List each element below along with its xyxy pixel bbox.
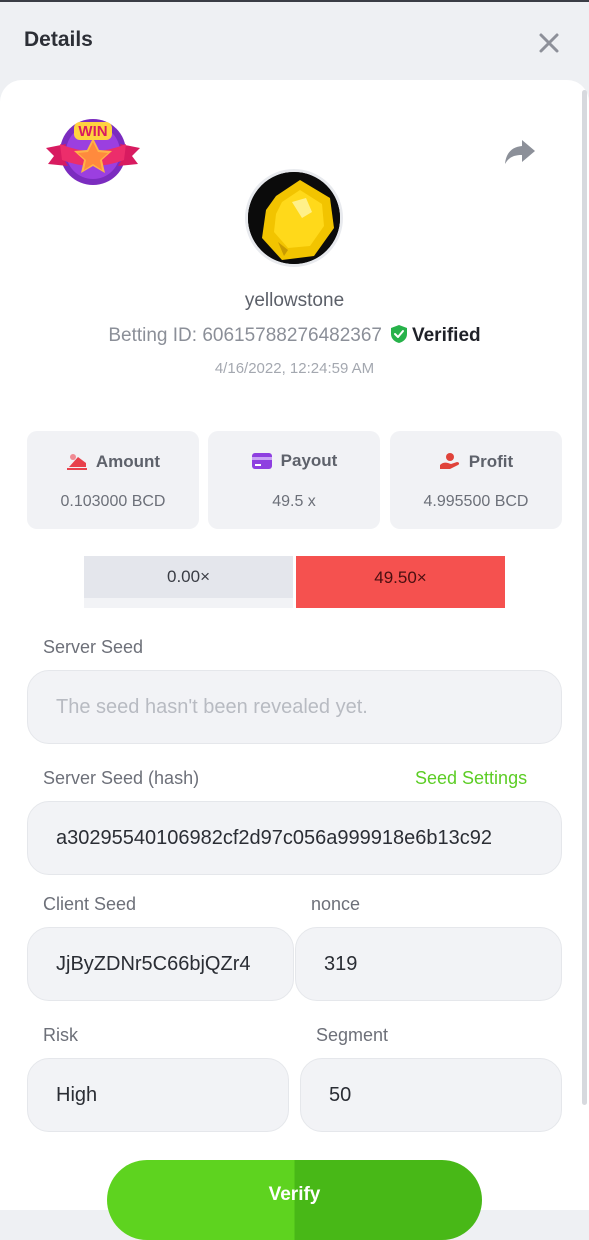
segment-select[interactable]: 50 bbox=[300, 1058, 562, 1132]
modal-title: Details bbox=[24, 28, 93, 51]
risk-label: Risk bbox=[43, 1025, 78, 1045]
amount-card: Amount 0.103000 BCD bbox=[27, 431, 199, 529]
segment-label: Segment bbox=[316, 1025, 389, 1045]
client-seed-label: Client Seed bbox=[43, 894, 137, 914]
amount-value: 0.103000 BCD bbox=[60, 493, 166, 510]
payout-card: Payout 49.5 x bbox=[208, 431, 380, 529]
server-seed-label: Server Seed bbox=[43, 637, 144, 657]
multiplier-segment-high: 49.50× bbox=[296, 556, 505, 608]
modal-header: Details bbox=[0, 2, 589, 80]
betting-id-row: Betting ID: 60615788276482367 Verified bbox=[0, 324, 589, 347]
share-icon[interactable] bbox=[503, 138, 537, 166]
multiplier-underline bbox=[84, 598, 293, 608]
win-logo-text: WIN bbox=[78, 123, 107, 140]
multiplier-segment-low: 0.00× bbox=[84, 556, 293, 598]
profit-value: 4.995500 BCD bbox=[423, 493, 529, 510]
scrollbar[interactable] bbox=[582, 90, 587, 1105]
verify-button[interactable]: Verify bbox=[107, 1160, 482, 1240]
verify-button-label: Verify bbox=[268, 1184, 321, 1205]
amount-icon bbox=[66, 454, 87, 470]
betting-id-label: Betting ID: bbox=[108, 325, 198, 346]
nonce-field[interactable]: 319 bbox=[295, 927, 562, 1001]
payout-value: 49.5 x bbox=[272, 493, 316, 510]
betting-id-value: 60615788276482367 bbox=[202, 325, 382, 346]
client-seed-field[interactable]: JjByZDNr5C66bjQZr4 bbox=[27, 927, 294, 1001]
risk-select[interactable]: High bbox=[27, 1058, 289, 1132]
card-icon bbox=[251, 453, 272, 469]
bet-timestamp: 4/16/2022, 12:24:59 AM bbox=[214, 360, 375, 377]
profit-label: Profit bbox=[468, 452, 514, 471]
close-icon[interactable] bbox=[536, 30, 562, 56]
seed-settings-link[interactable]: Seed Settings bbox=[415, 768, 527, 789]
profit-icon bbox=[439, 453, 459, 469]
shield-check-icon bbox=[390, 324, 408, 344]
server-seed-hash-field[interactable]: a30295540106982cf2d97c056a999918e6b13c92 bbox=[27, 801, 562, 875]
amount-label: Amount bbox=[95, 452, 161, 471]
win-badge-logo: WIN bbox=[44, 114, 144, 190]
avatar bbox=[245, 169, 343, 267]
nonce-label: nonce bbox=[311, 894, 361, 914]
username: yellowstone bbox=[244, 290, 345, 311]
server-seed-hash-label: Server Seed (hash) bbox=[43, 768, 200, 788]
server-seed-field[interactable]: The seed hasn't been revealed yet. bbox=[27, 670, 562, 744]
multiplier-bar: 0.00× 49.50× bbox=[84, 556, 505, 608]
verified-label: Verified bbox=[411, 325, 481, 346]
payout-label: Payout bbox=[280, 451, 338, 470]
profit-card: Profit 4.995500 BCD bbox=[390, 431, 562, 529]
